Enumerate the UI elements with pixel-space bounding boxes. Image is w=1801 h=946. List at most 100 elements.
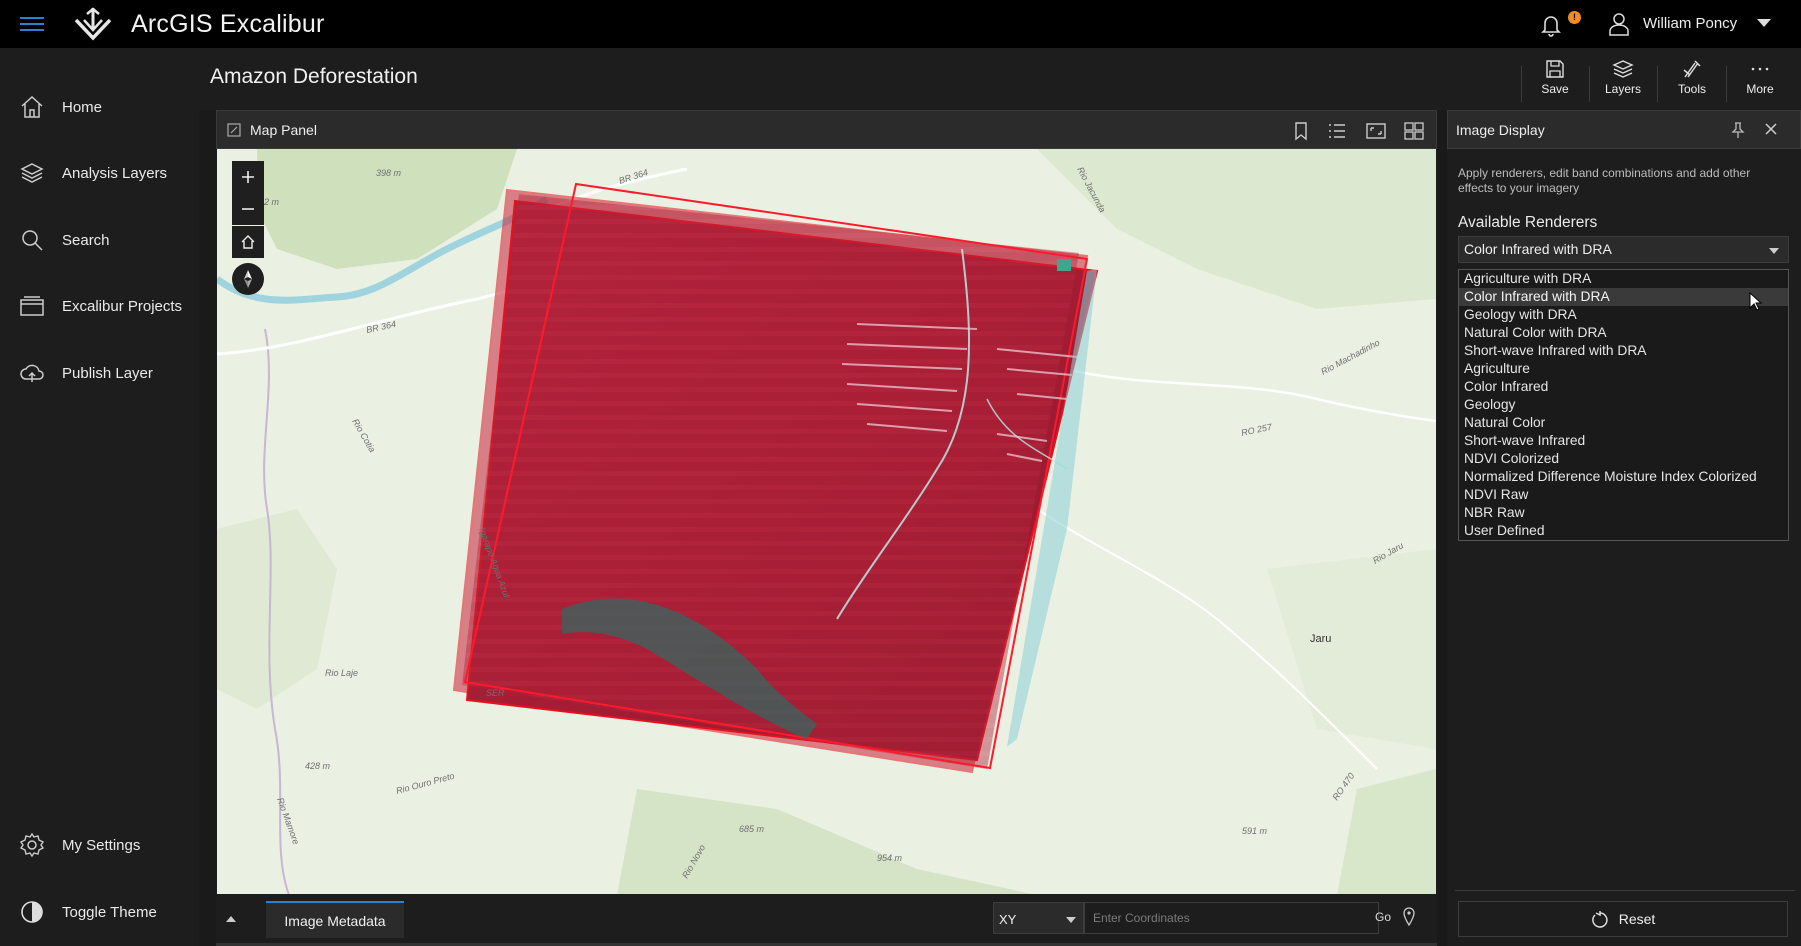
- notification-badge: !: [1568, 11, 1581, 24]
- close-icon[interactable]: [1763, 121, 1779, 137]
- excalibur-logo-icon: [74, 7, 112, 41]
- image-display-header: Image Display: [1447, 110, 1801, 149]
- chevron-down-icon: [1769, 248, 1779, 254]
- sidebar-item-toggle-theme[interactable]: Toggle Theme: [0, 887, 199, 937]
- save-icon: [1546, 60, 1564, 78]
- renderer-option[interactable]: NBR Raw: [1459, 504, 1788, 522]
- coordinate-input[interactable]: [1084, 902, 1379, 934]
- sidebar-item-home[interactable]: Home: [0, 82, 199, 132]
- minus-icon: [242, 208, 254, 210]
- list-icon[interactable]: [1326, 120, 1348, 142]
- map-view[interactable]: BR 364 BR 364 398 m 12 m Rio Jacunda Rio…: [217, 149, 1436, 895]
- renderer-option[interactable]: Geology with DRA: [1459, 306, 1788, 324]
- top-bar: ArcGIS Excalibur ! William Poncy: [0, 0, 1801, 48]
- renderer-option[interactable]: User Defined: [1459, 522, 1788, 540]
- gear-icon: [19, 832, 45, 858]
- map-label: Rio Laje: [325, 668, 358, 678]
- renderer-option-highlighted[interactable]: Color Infrared with DRA: [1459, 288, 1788, 306]
- user-menu-chevron-down-icon[interactable]: [1757, 19, 1771, 27]
- tab-image-metadata[interactable]: Image Metadata: [266, 901, 404, 938]
- pin-icon[interactable]: [1730, 121, 1746, 139]
- upload-cloud-icon: [20, 364, 44, 382]
- sidebar-item-label: Toggle Theme: [62, 903, 157, 921]
- layers-button[interactable]: Layers: [1589, 54, 1657, 106]
- renderer-select-value: Color Infrared with DRA: [1464, 241, 1612, 257]
- basemap: BR 364 BR 364 398 m 12 m Rio Jacunda Rio…: [217, 149, 1436, 895]
- coordinate-system-select[interactable]: XY: [993, 902, 1084, 934]
- renderer-option[interactable]: Color Infrared: [1459, 378, 1788, 396]
- fullscreen-icon[interactable]: [1365, 120, 1387, 142]
- map-panel: Map Panel BR 364 BR 364 398 m 12 m Rio J…: [216, 110, 1437, 895]
- map-home-button[interactable]: [232, 226, 264, 258]
- map-label: 954 m: [877, 853, 903, 863]
- panel-divider: [1455, 890, 1795, 891]
- bookmark-icon[interactable]: [1290, 120, 1312, 142]
- sidebar-item-excalibur-projects[interactable]: Excalibur Projects: [0, 281, 199, 331]
- map-city-label: Jaru: [1310, 633, 1331, 645]
- renderer-option[interactable]: NDVI Colorized: [1459, 450, 1788, 468]
- sidebar-item-label: Home: [62, 98, 103, 116]
- renderer-option[interactable]: Agriculture: [1459, 360, 1788, 378]
- sidebar-item-my-settings[interactable]: My Settings: [0, 820, 199, 870]
- zoom-out-button[interactable]: [232, 193, 264, 225]
- more-button[interactable]: More: [1726, 54, 1794, 106]
- renderer-option[interactable]: Natural Color: [1459, 414, 1788, 432]
- go-button[interactable]: Go: [1375, 910, 1391, 924]
- tools-button[interactable]: Tools: [1658, 54, 1726, 106]
- sidebar-item-label: Publish Layer: [62, 364, 153, 382]
- expand-panel-chevron-up-icon[interactable]: [226, 916, 236, 922]
- reset-label: Reset: [1618, 911, 1656, 927]
- page-title: Amazon Deforestation: [210, 65, 418, 88]
- map-panel-header: Map Panel: [216, 110, 1437, 149]
- bottom-bar: Image Metadata XY Go: [216, 894, 1437, 946]
- map-panel-title: Map Panel: [250, 122, 317, 138]
- renderer-option[interactable]: Short-wave Infrared with DRA: [1459, 342, 1788, 360]
- renderer-option[interactable]: Agriculture with DRA: [1459, 270, 1788, 288]
- notifications-bell-icon[interactable]: [1538, 12, 1564, 38]
- sidebar-item-label: Analysis Layers: [62, 164, 168, 182]
- image-display-description: Apply renderers, edit band combinations …: [1458, 166, 1751, 195]
- app-root: ArcGIS Excalibur ! William Poncy Home An…: [0, 0, 1801, 946]
- layers-icon: [20, 163, 44, 183]
- reset-icon: [1591, 911, 1608, 928]
- renderer-option[interactable]: Natural Color with DRA: [1459, 324, 1788, 342]
- renderer-option[interactable]: NDVI Raw: [1459, 486, 1788, 504]
- more-ellipsis-icon: [1751, 67, 1769, 71]
- user-avatar-icon[interactable]: [1608, 12, 1630, 36]
- compass-button[interactable]: [232, 263, 264, 295]
- save-button[interactable]: Save: [1521, 54, 1589, 106]
- map-label: 428 m: [305, 761, 331, 771]
- tools-icon: [1683, 60, 1701, 78]
- search-icon: [22, 230, 43, 251]
- grid-layout-icon[interactable]: [1403, 120, 1425, 142]
- reset-button[interactable]: Reset: [1458, 901, 1788, 937]
- coordinate-system-value: XY: [999, 912, 1017, 927]
- hamburger-menu-icon[interactable]: [20, 13, 44, 35]
- home-icon: [241, 235, 255, 249]
- renderer-option[interactable]: Normalized Difference Moisture Index Col…: [1459, 468, 1788, 486]
- location-pin-icon[interactable]: [1402, 907, 1416, 927]
- image-display-panel: Image Display Apply renderers, edit band…: [1447, 110, 1801, 946]
- sidebar-item-publish-layer[interactable]: Publish Layer: [0, 348, 199, 398]
- sidebar-item-analysis-layers[interactable]: Analysis Layers: [0, 148, 199, 198]
- save-label: Save: [1541, 82, 1569, 96]
- renderer-option[interactable]: Short-wave Infrared: [1459, 432, 1788, 450]
- map-label: 398 m: [376, 168, 402, 178]
- main-header: Amazon Deforestation Save Layers Tools M…: [199, 48, 1801, 110]
- sidebar-item-label: Excalibur Projects: [62, 297, 183, 315]
- image-display-title: Image Display: [1456, 122, 1545, 138]
- layers-icon: [1612, 60, 1634, 78]
- user-name[interactable]: William Poncy: [1643, 15, 1737, 32]
- sidebar: Home Analysis Layers Search Excalibur Pr…: [0, 48, 199, 946]
- renderer-option[interactable]: Geology: [1459, 396, 1788, 414]
- available-renderers-label: Available Renderers: [1458, 214, 1598, 231]
- map-label: SER: [486, 688, 505, 698]
- zoom-in-button[interactable]: [232, 161, 264, 193]
- compass-icon: [244, 270, 252, 288]
- home-icon: [21, 95, 43, 118]
- edit-icon[interactable]: [226, 122, 242, 138]
- chevron-down-icon: [1066, 917, 1076, 923]
- sidebar-item-search[interactable]: Search: [0, 215, 199, 265]
- renderer-select[interactable]: Color Infrared with DRA: [1458, 236, 1789, 263]
- sidebar-item-label: Search: [62, 231, 110, 249]
